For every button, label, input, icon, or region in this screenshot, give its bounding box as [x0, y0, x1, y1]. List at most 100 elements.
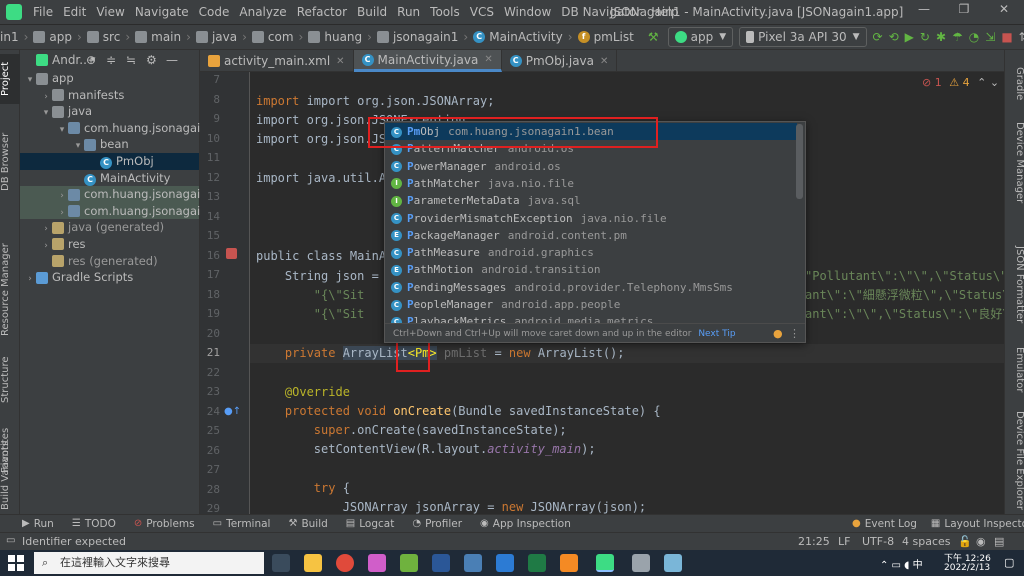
menu-edit[interactable]: Edit: [58, 5, 91, 19]
system-tray-icons[interactable]: ⌃ ▭ ◖ 中: [880, 556, 923, 571]
breadcrumb-item[interactable]: › huang: [294, 30, 363, 44]
menu-code[interactable]: Code: [194, 5, 235, 19]
completion-item[interactable]: E PackageManager android.content.pm: [385, 227, 797, 244]
rerun-icon[interactable]: ↻: [920, 29, 930, 45]
tab-pmobj-java[interactable]: C PmObj.java ✕: [502, 50, 618, 72]
taskbar-search-box[interactable]: ⌕ 在這裡輸入文字來搜尋: [34, 552, 264, 574]
menu-view[interactable]: View: [91, 5, 129, 19]
git-icon[interactable]: ◉: [976, 535, 986, 548]
app-icon[interactable]: [664, 554, 682, 572]
breadcrumb-item[interactable]: › app: [19, 30, 72, 44]
completion-item[interactable]: C ProviderMismatchException java.nio.file: [385, 210, 797, 227]
tree-item[interactable]: › com.huang.jsonagain1: [20, 202, 215, 220]
tree-item[interactable]: ▾ app: [20, 70, 199, 87]
windows-start-icon[interactable]: [8, 555, 24, 571]
chrome-icon[interactable]: [336, 554, 354, 572]
db-browser-tool-tab[interactable]: DB Browser: [0, 122, 20, 202]
tree-item[interactable]: res (generated): [20, 253, 199, 270]
breadcrumb-item[interactable]: › src: [72, 30, 120, 44]
indent-setting[interactable]: 4 spaces: [902, 535, 951, 548]
run-config-dropdown[interactable]: app ▼: [667, 27, 734, 47]
sync-gradle-icon[interactable]: ⇅: [1019, 29, 1024, 45]
completion-item[interactable]: C PowerManager android.os: [385, 158, 797, 175]
layout-inspector-button[interactable]: ▦ Layout Inspector: [931, 518, 1024, 530]
completion-item[interactable]: E PathMotion android.transition: [385, 261, 797, 278]
project-view-selector[interactable]: Andr..: [52, 53, 87, 67]
structure-tool-tab[interactable]: Structure: [0, 350, 20, 410]
device-dropdown[interactable]: Pixel 3a API 30 ▼: [739, 27, 867, 47]
tool-todo[interactable]: ☰ TODO: [72, 518, 116, 530]
menu-window[interactable]: Window: [499, 5, 556, 19]
device-file-explorer-tool-tab[interactable]: Device File Explorer: [1005, 410, 1024, 510]
lock-icon[interactable]: 🔓: [958, 535, 972, 548]
file-encoding[interactable]: UTF-8: [862, 535, 894, 548]
stop-icon[interactable]: ■: [1001, 29, 1012, 45]
menu-refactor[interactable]: Refactor: [292, 5, 352, 19]
completion-item[interactable]: I ParameterMetaData java.sql: [385, 192, 797, 209]
close-icon[interactable]: ✕: [600, 56, 608, 67]
menu-vcs[interactable]: VCS: [465, 5, 499, 19]
json-formatter-tool-tab[interactable]: JSON Formatter: [1005, 240, 1024, 330]
close-window-button[interactable]: ✕: [984, 2, 1024, 22]
minimize-button[interactable]: —: [904, 2, 944, 22]
excel-icon[interactable]: [528, 554, 546, 572]
breadcrumb-item[interactable]: › java: [181, 30, 237, 44]
tree-item[interactable]: › java (generated): [20, 219, 199, 236]
maximize-button[interactable]: ❐: [944, 2, 984, 22]
tree-item[interactable]: ▾ com.huang.jsonagain1: [20, 120, 215, 137]
next-tip-link[interactable]: Next Tip: [698, 329, 735, 339]
project-tool-tab[interactable]: Project: [0, 54, 20, 104]
tree-item[interactable]: › Gradle Scripts: [20, 269, 199, 286]
completion-item[interactable]: C PathMeasure android.graphics: [385, 244, 797, 261]
tab-activity_main-xml[interactable]: activity_main.xml ✕: [200, 50, 354, 72]
completion-item[interactable]: I PathMatcher java.nio.file: [385, 175, 797, 192]
app-icon[interactable]: [632, 554, 650, 572]
menu-analyze[interactable]: Analyze: [234, 5, 291, 19]
locate-icon[interactable]: ⊕: [86, 53, 96, 67]
apply-code-changes-icon[interactable]: ⟲: [889, 29, 899, 45]
more-options-icon[interactable]: ⋮: [789, 324, 800, 342]
breadcrumb-item[interactable]: › f pmList: [563, 30, 634, 44]
memory-icon[interactable]: ▤: [994, 535, 1004, 548]
caret-position[interactable]: 21:25: [798, 535, 830, 548]
tab-mainactivity-java[interactable]: C MainActivity.java ✕: [353, 50, 502, 72]
tree-item[interactable]: ▾ bean: [20, 136, 199, 153]
tree-item[interactable]: › com.huang.jsonagain1: [20, 186, 215, 203]
profile-icon[interactable]: ◔: [969, 29, 979, 45]
menu-file[interactable]: File: [28, 5, 58, 19]
attach-debugger-icon[interactable]: ⇲: [985, 29, 995, 45]
tool-logcat[interactable]: ▤ Logcat: [346, 518, 395, 530]
tree-item[interactable]: › manifests: [20, 87, 199, 104]
inspection-widget[interactable]: ⊘ 1 ⚠ 4 ⌃ ⌄: [922, 76, 999, 89]
breadcrumb-item[interactable]: › main: [120, 30, 181, 44]
close-icon[interactable]: ✕: [484, 54, 492, 65]
make-project-hammer-icon[interactable]: ⚒: [648, 29, 659, 45]
mail-icon[interactable]: [464, 554, 482, 572]
device-manager-tool-tab[interactable]: Device Manager: [1005, 118, 1024, 208]
code-completion-popup[interactable]: C PmObj com.huang.jsonagain1.bean C PatternM…: [384, 121, 806, 343]
xampp-icon[interactable]: [560, 554, 578, 572]
notification-icon[interactable]: ▢: [1004, 556, 1014, 569]
tool-problems[interactable]: ⊘ Problems: [134, 518, 195, 530]
hide-panel-icon[interactable]: —: [166, 53, 178, 67]
coverage-icon[interactable]: ☂: [952, 29, 963, 45]
breadcrumb-item[interactable]: › C MainActivity: [458, 30, 562, 44]
menu-run[interactable]: Run: [392, 5, 425, 19]
menu-tools[interactable]: Tools: [425, 5, 465, 19]
tool-terminal[interactable]: ▭ Terminal: [213, 518, 271, 530]
file-explorer-icon[interactable]: [304, 554, 322, 572]
override-gutter-icon[interactable]: ●↑: [224, 406, 241, 417]
breadcrumb-item[interactable]: › com: [237, 30, 293, 44]
clock-date[interactable]: 2022/2/13: [944, 563, 990, 573]
menu-build[interactable]: Build: [352, 5, 392, 19]
breadcrumb-item[interactable]: › jsonagain1: [362, 30, 458, 44]
completion-item[interactable]: C PendingMessages android.provider.Telepho…: [385, 279, 797, 296]
collapse-all-icon[interactable]: ≑: [106, 53, 116, 67]
completion-item[interactable]: C PeopleManager android.app.people: [385, 296, 797, 313]
gear-icon[interactable]: ⚙: [146, 53, 157, 67]
vscode-icon[interactable]: [496, 554, 514, 572]
menu-navigate[interactable]: Navigate: [130, 5, 194, 19]
tool-run[interactable]: ▶ Run: [22, 518, 54, 530]
chevron-down-icon[interactable]: ⌄: [990, 76, 999, 89]
event-log-button[interactable]: ● Event Log: [852, 518, 917, 530]
